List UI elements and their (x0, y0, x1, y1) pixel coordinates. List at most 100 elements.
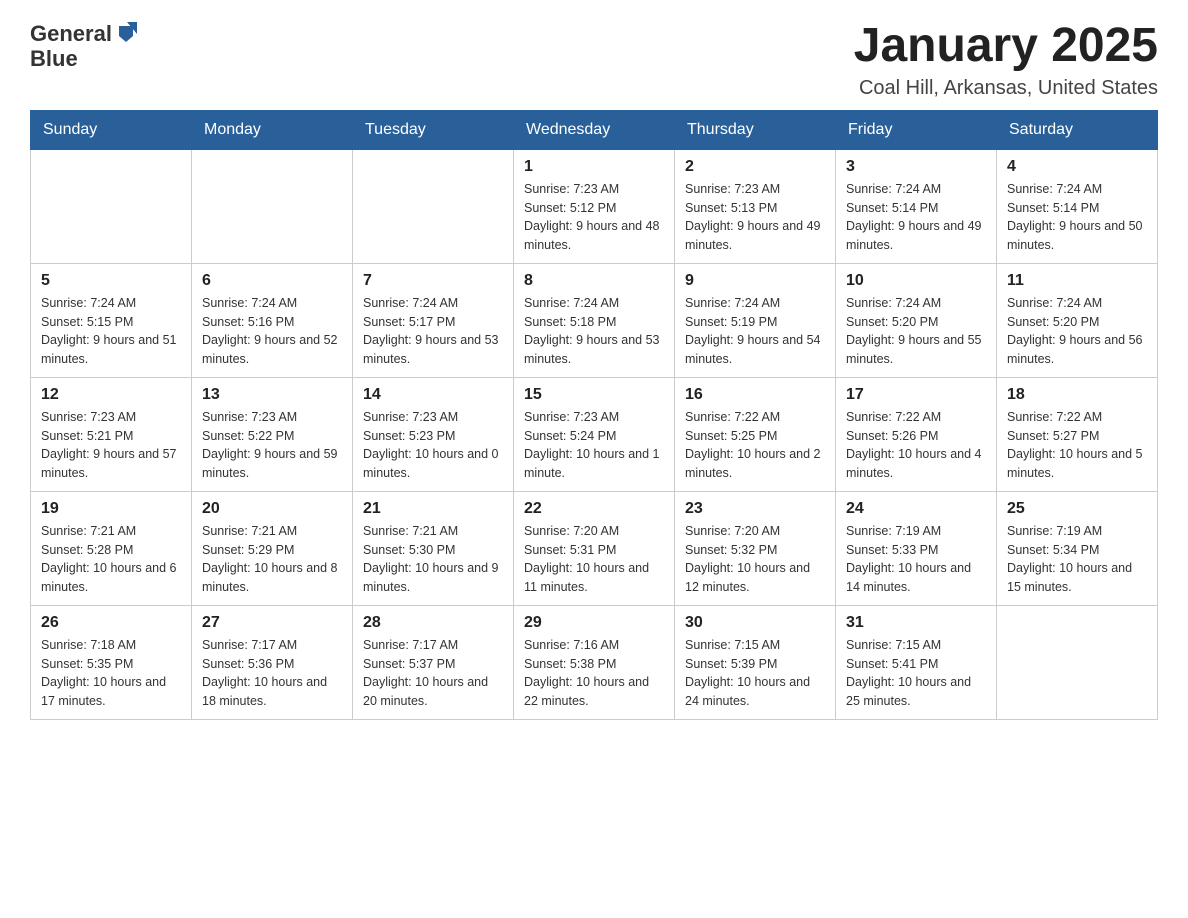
day-number: 14 (363, 386, 503, 404)
calendar-cell (192, 149, 353, 263)
weekday-header-saturday: Saturday (997, 110, 1158, 149)
day-info: Sunrise: 7:19 AM Sunset: 5:34 PM Dayligh… (1007, 522, 1147, 597)
day-number: 26 (41, 614, 181, 632)
week-row-4: 19 Sunrise: 7:21 AM Sunset: 5:28 PM Dayli… (31, 491, 1158, 605)
day-info: Sunrise: 7:19 AM Sunset: 5:33 PM Dayligh… (846, 522, 986, 597)
day-info: Sunrise: 7:23 AM Sunset: 5:13 PM Dayligh… (685, 180, 825, 255)
calendar-cell: 24Sunrise: 7:19 AM Sunset: 5:33 PM Dayli… (836, 491, 997, 605)
calendar-cell (353, 149, 514, 263)
day-info: Sunrise: 7:24 AM Sunset: 5:14 PM Dayligh… (846, 180, 986, 255)
day-info: Sunrise: 7:15 AM Sunset: 5:41 PM Dayligh… (846, 636, 986, 711)
calendar-cell: 2Sunrise: 7:23 AM Sunset: 5:13 PM Daylig… (675, 149, 836, 263)
day-number: 11 (1007, 272, 1147, 290)
day-number: 7 (363, 272, 503, 290)
calendar-cell: 18 Sunrise: 7:22 AM Sunset: 5:27 PM Dayli… (997, 377, 1158, 491)
weekday-header-sunday: Sunday (31, 110, 192, 149)
calendar-cell: 17 Sunrise: 7:22 AM Sunset: 5:26 PM Dayli… (836, 377, 997, 491)
day-info: Sunrise: 7:23 AM Sunset: 5:24 PM Dayligh… (524, 408, 664, 483)
calendar-cell: 11 Sunrise: 7:24 AM Sunset: 5:20 PM Dayli… (997, 263, 1158, 377)
day-info: Sunrise: 7:21 AM Sunset: 5:30 PM Dayligh… (363, 522, 503, 597)
calendar-cell: 23 Sunrise: 7:20 AM Sunset: 5:32 PM Dayli… (675, 491, 836, 605)
weekday-header-friday: Friday (836, 110, 997, 149)
calendar-cell: 20 Sunrise: 7:21 AM Sunset: 5:29 PM Dayli… (192, 491, 353, 605)
day-info: Sunrise: 7:21 AM Sunset: 5:29 PM Dayligh… (202, 522, 342, 597)
calendar-cell: 22Sunrise: 7:20 AM Sunset: 5:31 PM Dayli… (514, 491, 675, 605)
day-number: 3 (846, 158, 986, 176)
calendar-cell: 19 Sunrise: 7:21 AM Sunset: 5:28 PM Dayli… (31, 491, 192, 605)
day-number: 21 (363, 500, 503, 518)
day-info: Sunrise: 7:24 AM Sunset: 5:20 PM Dayligh… (846, 294, 986, 369)
calendar-cell (997, 605, 1158, 719)
day-number: 29 (524, 614, 664, 632)
logo-icon (115, 22, 137, 44)
logo-text-general: General (30, 22, 112, 46)
day-number: 30 (685, 614, 825, 632)
day-number: 4 (1007, 158, 1147, 176)
weekday-header-row: SundayMondayTuesdayWednesdayThursdayFrid… (31, 110, 1158, 149)
calendar-cell: 27Sunrise: 7:17 AM Sunset: 5:36 PM Dayli… (192, 605, 353, 719)
day-number: 28 (363, 614, 503, 632)
weekday-header-tuesday: Tuesday (353, 110, 514, 149)
day-info: Sunrise: 7:16 AM Sunset: 5:38 PM Dayligh… (524, 636, 664, 711)
location: Coal Hill, Arkansas, United States (854, 77, 1158, 100)
day-number: 27 (202, 614, 342, 632)
day-number: 23 (685, 500, 825, 518)
calendar-cell: 31Sunrise: 7:15 AM Sunset: 5:41 PM Dayli… (836, 605, 997, 719)
day-info: Sunrise: 7:15 AM Sunset: 5:39 PM Dayligh… (685, 636, 825, 711)
calendar-cell: 6 Sunrise: 7:24 AM Sunset: 5:16 PM Daylig… (192, 263, 353, 377)
day-number: 12 (41, 386, 181, 404)
logo-text-blue: Blue (30, 47, 78, 71)
day-number: 10 (846, 272, 986, 290)
day-number: 19 (41, 500, 181, 518)
day-info: Sunrise: 7:24 AM Sunset: 5:15 PM Dayligh… (41, 294, 181, 369)
day-info: Sunrise: 7:22 AM Sunset: 5:25 PM Dayligh… (685, 408, 825, 483)
day-number: 13 (202, 386, 342, 404)
day-info: Sunrise: 7:24 AM Sunset: 5:19 PM Dayligh… (685, 294, 825, 369)
day-info: Sunrise: 7:17 AM Sunset: 5:37 PM Dayligh… (363, 636, 503, 711)
day-info: Sunrise: 7:21 AM Sunset: 5:28 PM Dayligh… (41, 522, 181, 597)
day-number: 15 (524, 386, 664, 404)
calendar-cell: 9Sunrise: 7:24 AM Sunset: 5:19 PM Daylig… (675, 263, 836, 377)
calendar-cell: 7Sunrise: 7:24 AM Sunset: 5:17 PM Daylig… (353, 263, 514, 377)
day-info: Sunrise: 7:18 AM Sunset: 5:35 PM Dayligh… (41, 636, 181, 711)
day-number: 5 (41, 272, 181, 290)
calendar-cell: 10 Sunrise: 7:24 AM Sunset: 5:20 PM Dayli… (836, 263, 997, 377)
day-number: 1 (524, 158, 664, 176)
day-info: Sunrise: 7:22 AM Sunset: 5:26 PM Dayligh… (846, 408, 986, 483)
day-info: Sunrise: 7:20 AM Sunset: 5:31 PM Dayligh… (524, 522, 664, 597)
calendar-cell: 25 Sunrise: 7:19 AM Sunset: 5:34 PM Dayli… (997, 491, 1158, 605)
day-number: 6 (202, 272, 342, 290)
calendar-cell: 29 Sunrise: 7:16 AM Sunset: 5:38 PM Dayli… (514, 605, 675, 719)
day-info: Sunrise: 7:24 AM Sunset: 5:18 PM Dayligh… (524, 294, 664, 369)
weekday-header-monday: Monday (192, 110, 353, 149)
week-row-1: 1 Sunrise: 7:23 AM Sunset: 5:12 PM Daylig… (31, 149, 1158, 263)
day-number: 20 (202, 500, 342, 518)
day-info: Sunrise: 7:24 AM Sunset: 5:20 PM Dayligh… (1007, 294, 1147, 369)
calendar-cell: 16Sunrise: 7:22 AM Sunset: 5:25 PM Dayli… (675, 377, 836, 491)
day-info: Sunrise: 7:23 AM Sunset: 5:22 PM Dayligh… (202, 408, 342, 483)
day-info: Sunrise: 7:23 AM Sunset: 5:21 PM Dayligh… (41, 408, 181, 483)
calendar-cell: 26 Sunrise: 7:18 AM Sunset: 5:35 PM Dayli… (31, 605, 192, 719)
day-info: Sunrise: 7:24 AM Sunset: 5:16 PM Dayligh… (202, 294, 342, 369)
day-number: 8 (524, 272, 664, 290)
logo: General Blue (30, 20, 137, 71)
calendar-cell: 8 Sunrise: 7:24 AM Sunset: 5:18 PM Daylig… (514, 263, 675, 377)
day-info: Sunrise: 7:23 AM Sunset: 5:12 PM Dayligh… (524, 180, 664, 255)
day-info: Sunrise: 7:20 AM Sunset: 5:32 PM Dayligh… (685, 522, 825, 597)
calendar-cell: 28 Sunrise: 7:17 AM Sunset: 5:37 PM Dayli… (353, 605, 514, 719)
calendar-cell: 15 Sunrise: 7:23 AM Sunset: 5:24 PM Dayli… (514, 377, 675, 491)
calendar-cell: 14Sunrise: 7:23 AM Sunset: 5:23 PM Dayli… (353, 377, 514, 491)
day-number: 17 (846, 386, 986, 404)
day-info: Sunrise: 7:22 AM Sunset: 5:27 PM Dayligh… (1007, 408, 1147, 483)
week-row-2: 5 Sunrise: 7:24 AM Sunset: 5:15 PM Daylig… (31, 263, 1158, 377)
calendar-cell: 21 Sunrise: 7:21 AM Sunset: 5:30 PM Dayli… (353, 491, 514, 605)
day-info: Sunrise: 7:24 AM Sunset: 5:14 PM Dayligh… (1007, 180, 1147, 255)
week-row-3: 12 Sunrise: 7:23 AM Sunset: 5:21 PM Dayli… (31, 377, 1158, 491)
calendar-cell: 13 Sunrise: 7:23 AM Sunset: 5:22 PM Dayli… (192, 377, 353, 491)
calendar-cell (31, 149, 192, 263)
page-header: General Blue January 2025 Coal Hill, Ark… (30, 20, 1158, 100)
calendar-cell: 1 Sunrise: 7:23 AM Sunset: 5:12 PM Daylig… (514, 149, 675, 263)
day-number: 25 (1007, 500, 1147, 518)
calendar-cell: 3 Sunrise: 7:24 AM Sunset: 5:14 PM Daylig… (836, 149, 997, 263)
day-number: 18 (1007, 386, 1147, 404)
